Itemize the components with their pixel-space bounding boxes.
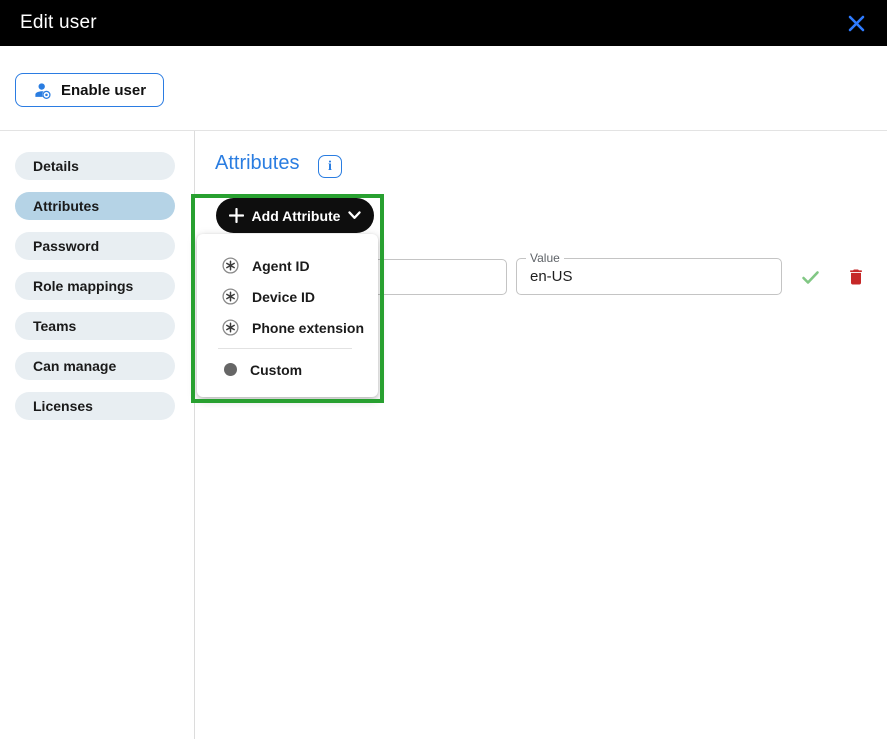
trash-icon [850, 269, 862, 285]
sidebar-item-label: Role mappings [33, 278, 134, 294]
menu-item-custom[interactable]: Custom [197, 354, 378, 385]
sidebar-item-label: Licenses [33, 398, 93, 414]
menu-item-device-id[interactable]: Device ID [197, 281, 378, 312]
add-attribute-menu: Agent ID Device ID Phone extension Custo… [197, 234, 378, 397]
menu-item-agent-id[interactable]: Agent ID [197, 250, 378, 281]
add-attribute-label: Add Attribute [251, 207, 341, 224]
close-x-glyph [848, 15, 864, 31]
close-icon[interactable] [843, 10, 869, 36]
sidebar-item-label: Teams [33, 318, 77, 334]
chevron-down-icon [348, 211, 362, 219]
delete-button[interactable] [844, 265, 868, 289]
modal-title: Edit user [20, 12, 97, 33]
sidebar-item-can-manage[interactable]: Can manage [15, 352, 175, 380]
circled-asterisk-icon [222, 319, 239, 336]
plus-icon [228, 208, 244, 223]
menu-item-label: Device ID [252, 288, 316, 305]
circled-asterisk-icon [222, 288, 239, 305]
sidebar-item-label: Password [33, 238, 100, 254]
sidebar-item-licenses[interactable]: Licenses [15, 392, 175, 420]
check-icon [801, 270, 819, 284]
modal-header: Edit user [0, 0, 887, 46]
filled-circle-icon [224, 363, 237, 376]
person-icon [35, 82, 51, 99]
sidebar-item-role-mappings[interactable]: Role mappings [15, 272, 175, 300]
sidebar-divider [194, 131, 195, 739]
circled-asterisk-icon [222, 257, 239, 274]
page-title: Attributes [215, 152, 300, 174]
sidebar-item-label: Attributes [33, 198, 100, 214]
menu-item-label: Phone extension [252, 319, 365, 336]
enable-user-button[interactable]: Enable user [15, 73, 165, 107]
sidebar-item-details[interactable]: Details [15, 152, 175, 180]
value-field-label: Value [526, 251, 564, 265]
menu-item-phone-extension[interactable]: Phone extension [197, 312, 378, 343]
menu-divider [218, 348, 352, 349]
sidebar-item-attributes[interactable]: Attributes [15, 192, 175, 220]
add-attribute-button[interactable]: Add Attribute [216, 198, 374, 233]
sidebar-item-teams[interactable]: Teams [15, 312, 175, 340]
info-icon[interactable]: i [318, 155, 342, 178]
menu-item-label: Custom [250, 361, 303, 378]
menu-item-label: Agent ID [252, 257, 310, 274]
sidebar-item-password[interactable]: Password [15, 232, 175, 260]
edit-user-modal: Edit user Enable user Details Attributes… [0, 0, 887, 739]
value-field[interactable]: Value [516, 251, 782, 295]
confirm-button[interactable] [798, 265, 822, 289]
sidebar-item-label: Can manage [33, 358, 117, 374]
sidebar-item-label: Details [33, 158, 79, 174]
enable-user-label: Enable user [61, 81, 147, 99]
sidebar: Details Attributes Password Role mapping… [0, 131, 194, 739]
